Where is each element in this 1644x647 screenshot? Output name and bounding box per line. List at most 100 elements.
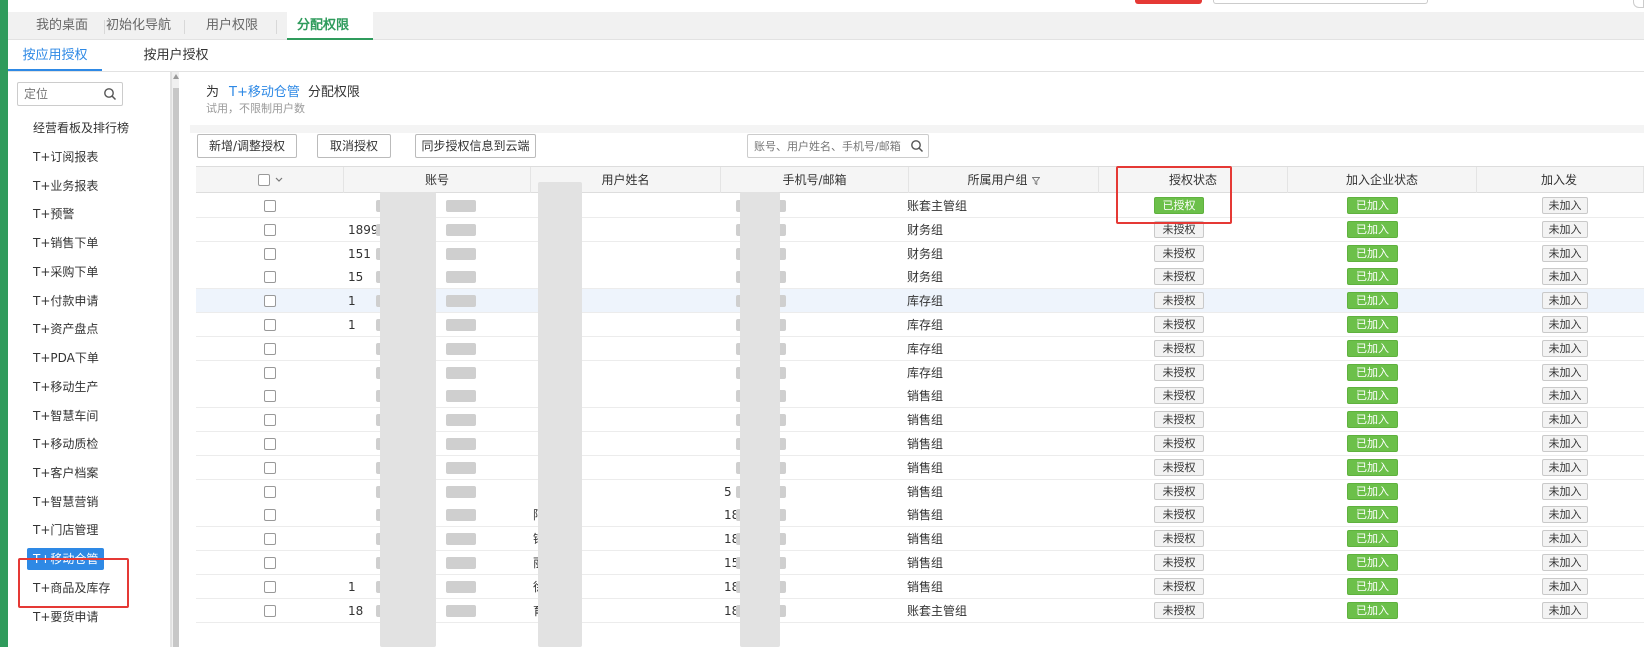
sidebar-item[interactable]: T+要货申请 <box>33 606 98 628</box>
row-checkbox[interactable] <box>264 366 276 379</box>
join-other-badge[interactable]: 未加入 <box>1542 268 1588 286</box>
join-other-badge[interactable]: 未加入 <box>1542 316 1588 333</box>
auth-status-badge[interactable]: 未授权 <box>1154 411 1204 429</box>
search-icon[interactable] <box>910 139 924 153</box>
col-user-group[interactable]: 所属用户组 <box>909 167 1099 193</box>
auth-status-badge[interactable]: 未授权 <box>1154 458 1204 476</box>
join-other-badge[interactable]: 未加入 <box>1542 339 1588 357</box>
sidebar-item[interactable]: T+门店管理 <box>33 519 98 541</box>
scroll-up-icon[interactable] <box>173 74 179 79</box>
cancel-auth-button[interactable]: 取消授权 <box>317 134 391 158</box>
join-status-badge[interactable]: 已加入 <box>1347 339 1398 357</box>
auth-status-badge[interactable]: 未授权 <box>1154 506 1204 524</box>
search-icon[interactable] <box>103 87 117 101</box>
auth-status-badge[interactable]: 未授权 <box>1154 339 1204 357</box>
locate-input[interactable] <box>18 83 98 105</box>
join-other-badge[interactable]: 未加入 <box>1542 411 1588 429</box>
row-checkbox[interactable] <box>264 247 276 260</box>
auth-status-badge[interactable]: 未授权 <box>1154 363 1204 381</box>
row-checkbox[interactable] <box>264 271 276 284</box>
top-search-input[interactable] <box>1213 0 1428 4</box>
sidebar-item[interactable]: T+订阅报表 <box>33 146 98 168</box>
tab-init-navigation[interactable]: 初始化导航 <box>96 12 181 40</box>
user-search[interactable] <box>747 134 929 158</box>
locate-search[interactable] <box>17 82 123 106</box>
tab-user-permissions[interactable]: 用户权限 <box>196 12 268 40</box>
auth-status-badge[interactable]: 未授权 <box>1154 244 1204 262</box>
tab-assign-permissions[interactable]: 分配权限✕ <box>287 12 373 62</box>
sidebar-scrollbar[interactable] <box>171 72 179 647</box>
row-checkbox[interactable] <box>264 580 276 593</box>
sidebar-item[interactable]: T+采购下单 <box>33 261 98 283</box>
join-status-badge[interactable]: 已加入 <box>1347 530 1398 548</box>
auth-status-badge[interactable]: 未授权 <box>1154 601 1204 619</box>
row-checkbox[interactable] <box>264 533 276 546</box>
auth-status-badge[interactable]: 未授权 <box>1154 435 1204 452</box>
sidebar-item[interactable]: T+资产盘点 <box>33 318 98 340</box>
subtab-by-user[interactable]: 按用户授权 <box>136 41 216 71</box>
select-all-checkbox[interactable] <box>258 174 270 186</box>
row-checkbox[interactable] <box>264 319 276 331</box>
sync-auth-button[interactable]: 同步授权信息到云端 <box>415 134 536 158</box>
sidebar-item[interactable]: T+PDA下单 <box>33 347 99 369</box>
join-other-badge[interactable]: 未加入 <box>1542 577 1588 595</box>
join-other-badge[interactable]: 未加入 <box>1542 530 1588 548</box>
join-status-badge[interactable]: 已加入 <box>1347 577 1398 595</box>
join-status-badge[interactable]: 已加入 <box>1347 387 1398 405</box>
join-status-badge[interactable]: 已加入 <box>1347 244 1398 262</box>
sidebar-item[interactable]: 经营看板及排行榜 <box>33 117 129 139</box>
row-checkbox[interactable] <box>264 390 276 403</box>
join-other-badge[interactable]: 未加入 <box>1542 506 1588 524</box>
join-status-badge[interactable]: 已加入 <box>1347 268 1398 286</box>
join-other-badge[interactable]: 未加入 <box>1542 387 1588 405</box>
join-other-badge[interactable]: 未加入 <box>1542 197 1588 214</box>
auth-status-badge[interactable]: 未授权 <box>1154 554 1204 571</box>
sidebar-item[interactable]: T+付款申请 <box>33 290 98 312</box>
join-status-badge[interactable]: 已加入 <box>1347 197 1398 214</box>
row-checkbox[interactable] <box>264 604 276 617</box>
tab-my-desktop[interactable]: 我的桌面 <box>26 12 98 40</box>
row-checkbox[interactable] <box>264 461 276 474</box>
join-other-badge[interactable]: 未加入 <box>1542 601 1588 619</box>
join-status-badge[interactable]: 已加入 <box>1347 363 1398 381</box>
join-other-badge[interactable]: 未加入 <box>1542 292 1588 310</box>
top-red-button[interactable] <box>1135 0 1202 4</box>
row-checkbox[interactable] <box>264 485 276 498</box>
sidebar-item[interactable]: T+销售下单 <box>33 232 98 254</box>
auth-status-badge[interactable]: 未授权 <box>1154 530 1204 548</box>
join-status-badge[interactable]: 已加入 <box>1347 554 1398 571</box>
join-other-badge[interactable]: 未加入 <box>1542 244 1588 262</box>
join-status-badge[interactable]: 已加入 <box>1347 435 1398 452</box>
auth-status-badge[interactable]: 未授权 <box>1154 292 1204 310</box>
filter-icon[interactable] <box>1031 176 1040 185</box>
join-status-badge[interactable]: 已加入 <box>1347 482 1398 500</box>
join-status-badge[interactable]: 已加入 <box>1347 316 1398 333</box>
sidebar-item[interactable]: T+智慧车间 <box>33 405 98 427</box>
join-other-badge[interactable]: 未加入 <box>1542 435 1588 452</box>
join-status-badge[interactable]: 已加入 <box>1347 458 1398 476</box>
join-status-badge[interactable]: 已加入 <box>1347 506 1398 524</box>
add-adjust-auth-button[interactable]: 新增/调整授权 <box>197 134 297 158</box>
auth-status-badge[interactable]: 未授权 <box>1154 577 1204 595</box>
sidebar-item[interactable]: T+移动质检 <box>33 433 98 455</box>
join-status-badge[interactable]: 已加入 <box>1347 220 1398 238</box>
join-other-badge[interactable]: 未加入 <box>1542 482 1588 500</box>
auth-status-badge[interactable]: 未授权 <box>1154 482 1204 500</box>
row-checkbox[interactable] <box>264 557 276 569</box>
row-checkbox[interactable] <box>264 223 276 236</box>
join-status-badge[interactable]: 已加入 <box>1347 292 1398 310</box>
sidebar-item[interactable]: T+业务报表 <box>33 175 98 197</box>
row-checkbox[interactable] <box>264 438 276 450</box>
sidebar-item[interactable]: T+预警 <box>33 203 74 225</box>
join-other-badge[interactable]: 未加入 <box>1542 458 1588 476</box>
join-status-badge[interactable]: 已加入 <box>1347 601 1398 619</box>
sidebar-item[interactable]: T+智慧营销 <box>33 491 98 513</box>
chevron-down-icon[interactable] <box>275 177 283 183</box>
subtab-by-app[interactable]: 按应用授权 <box>8 41 102 71</box>
scrollbar-thumb[interactable] <box>173 88 179 647</box>
auth-status-badge[interactable]: 未授权 <box>1154 316 1204 333</box>
sidebar-item[interactable]: T+客户档案 <box>33 462 98 484</box>
row-checkbox[interactable] <box>264 342 276 355</box>
auth-status-badge[interactable]: 未授权 <box>1154 387 1204 405</box>
top-right-control[interactable] <box>1633 0 1644 8</box>
